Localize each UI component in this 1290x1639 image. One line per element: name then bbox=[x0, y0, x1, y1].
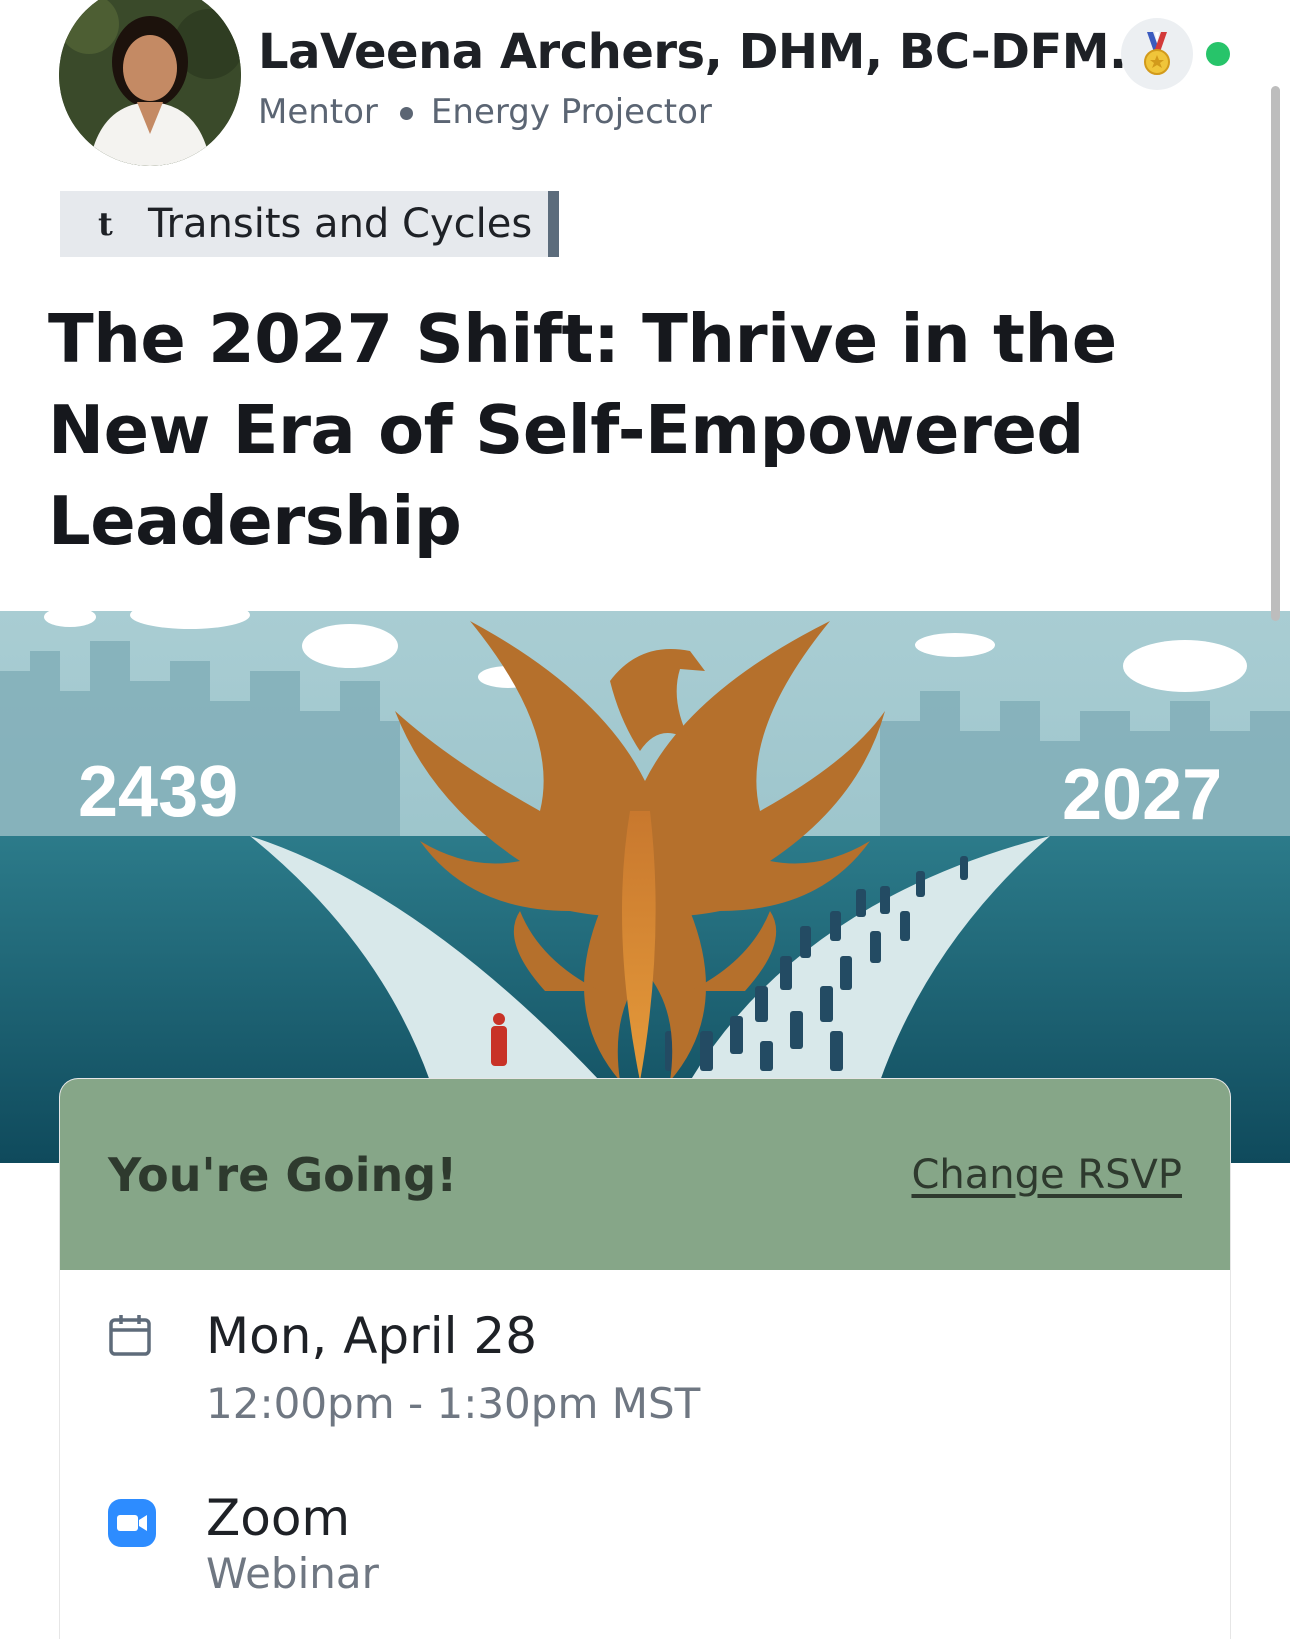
online-status-indicator bbox=[1206, 42, 1230, 66]
banner-year-left: 2439 bbox=[78, 752, 238, 832]
rsvp-status: You're Going! bbox=[108, 1147, 458, 1202]
calendar-icon bbox=[108, 1313, 152, 1361]
medal-badge-icon[interactable] bbox=[1121, 18, 1193, 90]
banner-year-right: 2027 bbox=[1062, 755, 1222, 835]
author-avatar[interactable] bbox=[59, 0, 241, 166]
separator-dot bbox=[399, 107, 413, 120]
event-header: LaVeena Archers, DHM, BC-DFM... Mentor En… bbox=[0, 0, 1290, 180]
rsvp-header: You're Going! Change RSVP bbox=[60, 1079, 1230, 1270]
rsvp-card: You're Going! Change RSVP Mon, April 28 … bbox=[60, 1079, 1230, 1639]
author-role: Mentor bbox=[258, 92, 378, 132]
event-platform-type: Webinar bbox=[206, 1549, 379, 1598]
category-tag[interactable]: t Transits and Cycles bbox=[60, 191, 559, 257]
vertical-scrollbar[interactable] bbox=[1271, 86, 1280, 621]
tag-icon: t bbox=[98, 205, 113, 243]
event-title: The 2027 Shift: Thrive in the New Era of… bbox=[48, 300, 1117, 560]
change-rsvp-link[interactable]: Change RSVP bbox=[911, 1152, 1182, 1198]
author-type: Energy Projector bbox=[430, 92, 712, 132]
author-name[interactable]: LaVeena Archers, DHM, BC-DFM... bbox=[258, 24, 1163, 80]
event-platform[interactable]: Zoom bbox=[206, 1489, 350, 1547]
event-time: 12:00pm - 1:30pm MST bbox=[206, 1379, 701, 1428]
zoom-camera-icon bbox=[108, 1499, 156, 1551]
tag-label: Transits and Cycles bbox=[148, 201, 533, 247]
author-meta: Mentor Energy Projector bbox=[258, 92, 712, 132]
event-date: Mon, April 28 bbox=[206, 1307, 538, 1365]
